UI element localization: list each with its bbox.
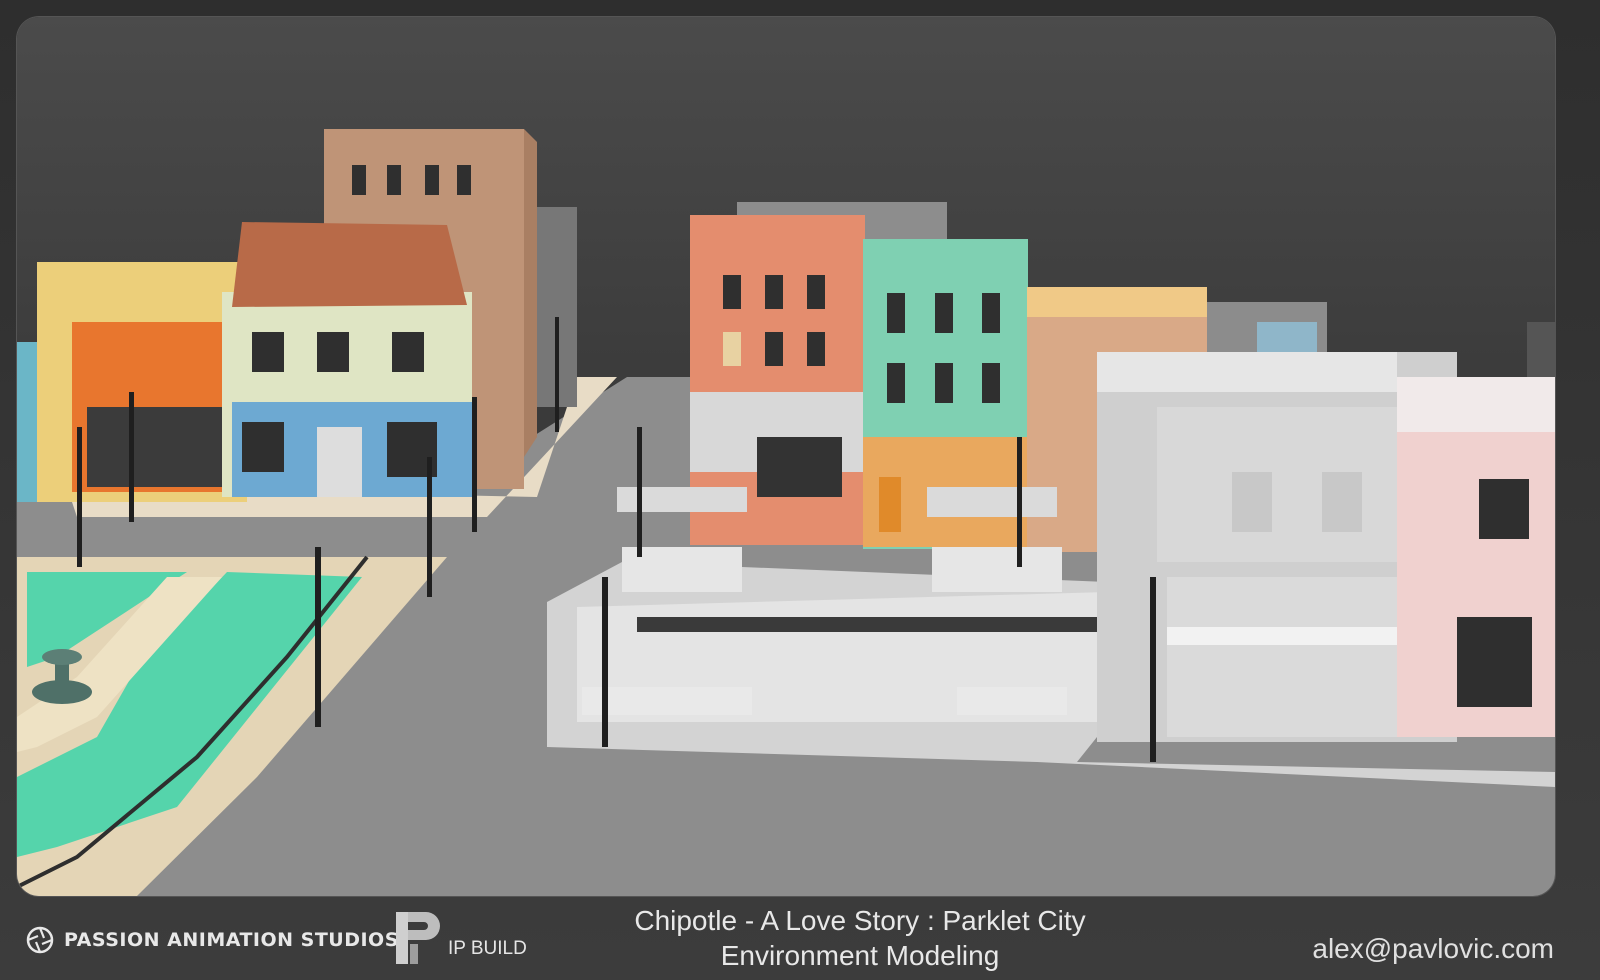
parklet-bench-right: [932, 547, 1062, 592]
roof-brown: [232, 222, 467, 307]
studio-name: PASSION ANIMATION STUDIOS: [64, 929, 399, 951]
contact-email: alex@pavlovic.com: [1312, 933, 1554, 964]
ip-branding: IP BUILD: [394, 910, 527, 966]
aperture-icon: [26, 926, 54, 954]
project-title: Chipotle - A Love Story : Parklet City E…: [560, 903, 1160, 973]
ip-build-label: IP BUILD: [448, 938, 527, 959]
p-letter-logo: [396, 912, 440, 964]
city-scene: [17, 129, 1555, 896]
studio-branding: PASSION ANIMATION STUDIOS: [26, 926, 399, 954]
title-line-2: Environment Modeling: [720, 940, 1000, 971]
render-viewport: [17, 17, 1555, 896]
title-line-1: Chipotle - A Love Story : Parklet City: [634, 905, 1086, 936]
